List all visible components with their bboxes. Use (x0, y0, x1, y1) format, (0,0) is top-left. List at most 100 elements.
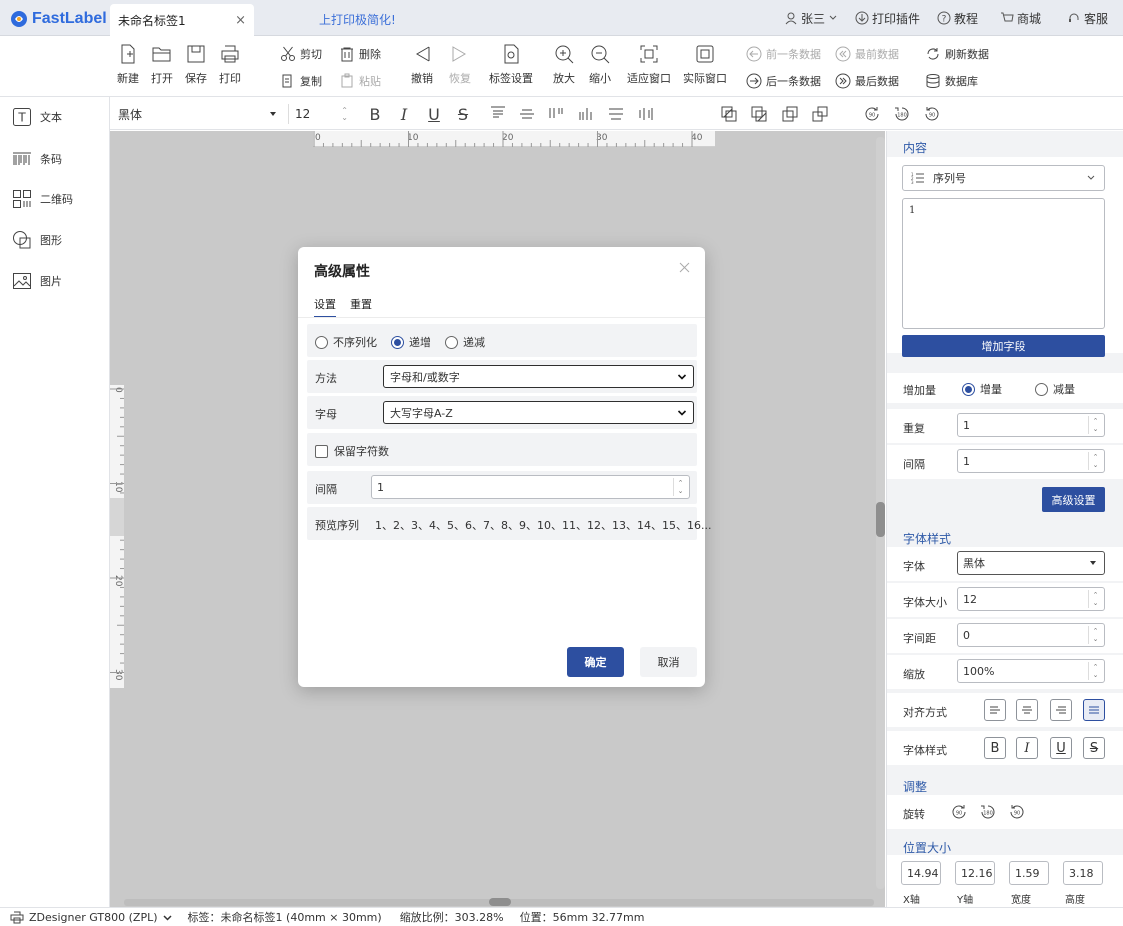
font-size-input[interactable]: 12 ⌃ ⌄ (957, 587, 1105, 611)
sidebar-item-barcode[interactable]: 条码 (12, 147, 62, 171)
promo-link[interactable]: 上打印极简化! (319, 11, 396, 28)
spinner-icon[interactable]: ⌃ ⌄ (1088, 452, 1102, 470)
underline-toggle[interactable]: U (1050, 737, 1072, 759)
spacing-input[interactable]: 0 ⌃ ⌄ (957, 623, 1105, 647)
paste-button[interactable]: 粘贴 (339, 71, 381, 91)
scale-input[interactable]: 100% ⌃ ⌄ (957, 659, 1105, 683)
spinner-icon[interactable]: ⌃ ⌄ (1088, 626, 1102, 644)
store-link[interactable]: 商城 (1000, 9, 1041, 27)
distribute-h-button[interactable] (546, 104, 566, 124)
zoom-in-button[interactable]: 放大 (546, 43, 582, 86)
align-middle-button[interactable] (517, 104, 537, 124)
ungroup-button[interactable] (810, 104, 830, 124)
rotate-180-icon[interactable]: 180 (979, 803, 997, 821)
actual-window-button[interactable]: 实际窗口 (683, 43, 727, 86)
zoom-out-button[interactable]: 缩小 (582, 43, 618, 86)
horizontal-scrollbar[interactable] (124, 898, 874, 906)
distribute-bottom-button[interactable] (576, 104, 596, 124)
content-textarea[interactable]: 1 (902, 198, 1105, 329)
x-input[interactable]: 14.94 (901, 861, 941, 885)
italic-button[interactable]: I (394, 104, 414, 124)
width-input[interactable]: 1.59 (1009, 861, 1049, 885)
tab-settings[interactable]: 设置 (314, 296, 336, 318)
sidebar-item-qrcode[interactable]: 二维码 (12, 187, 73, 211)
last-record-button[interactable]: 最后数据 (835, 71, 899, 91)
keep-chars-checkbox[interactable]: 保留字符数 (315, 443, 389, 459)
y-input[interactable]: 12.16 (955, 861, 995, 885)
spinner-icon[interactable]: ⌃ ⌄ (673, 478, 687, 496)
tab-reset[interactable]: 重置 (350, 296, 372, 312)
group-button[interactable] (780, 104, 800, 124)
repeat-input[interactable]: 1 ⌃ ⌄ (957, 413, 1105, 437)
font-size-select[interactable]: 12 ⌃ ⌄ (288, 104, 348, 124)
vertical-scrollbar[interactable] (876, 137, 885, 889)
fit-window-button[interactable]: 适应窗口 (627, 43, 671, 86)
radio-decrement[interactable]: 递减 (445, 334, 485, 350)
document-tab[interactable]: 未命名标签1 × (110, 4, 254, 36)
interval-input[interactable]: 1 ⌃ ⌄ (371, 475, 690, 499)
spinner-icon[interactable]: ⌃ ⌄ (1088, 662, 1102, 680)
align-center-button[interactable] (1016, 699, 1038, 721)
horizontal-scroll-thumb[interactable] (489, 898, 511, 906)
spinner-icon[interactable]: ⌃ ⌄ (1088, 416, 1102, 434)
refresh-data-button[interactable]: 刷新数据 (925, 44, 989, 64)
strikethrough-button[interactable]: S (453, 104, 473, 124)
vertical-scroll-thumb[interactable] (876, 502, 885, 537)
cut-button[interactable]: 剪切 (280, 44, 322, 64)
cancel-button[interactable]: 取消 (640, 647, 697, 677)
open-button[interactable]: 打开 (144, 43, 180, 86)
tutorial-link[interactable]: ? 教程 (937, 9, 978, 27)
sidebar-item-shape[interactable]: 图形 (12, 228, 62, 252)
rotate-ccw-icon[interactable]: 90 (1008, 803, 1026, 821)
layer-front-button[interactable] (719, 104, 739, 124)
interval-input[interactable]: 1 ⌃ ⌄ (957, 449, 1105, 473)
printer-select[interactable]: ZDesigner GT800 (ZPL) (10, 911, 172, 924)
font-select[interactable]: 黑体 (957, 551, 1105, 575)
italic-toggle[interactable]: I (1016, 737, 1038, 759)
close-tab-icon[interactable]: × (235, 13, 246, 28)
rotate-180-button[interactable]: 180 (892, 104, 912, 124)
align-left-button[interactable] (984, 699, 1006, 721)
first-record-button[interactable]: 最前数据 (835, 44, 899, 64)
advanced-settings-button[interactable]: 高级设置 (1042, 487, 1105, 512)
rotate-90-button[interactable]: 90 (862, 104, 882, 124)
close-icon[interactable] (679, 262, 690, 273)
bold-button[interactable]: B (365, 104, 385, 124)
print-plugin-link[interactable]: 打印插件 (855, 9, 920, 27)
decrement-radio[interactable]: 减量 (1035, 381, 1089, 399)
sidebar-item-image[interactable]: 图片 (12, 269, 62, 293)
increment-radio[interactable]: 增量 (962, 381, 1016, 399)
spinner-icon[interactable]: ⌃ ⌄ (1088, 590, 1102, 608)
delete-button[interactable]: 删除 (339, 44, 381, 64)
copy-button[interactable]: 复制 (280, 71, 322, 91)
undo-button[interactable]: 撤销 (404, 43, 440, 86)
prev-record-button[interactable]: 前一条数据 (746, 44, 821, 64)
new-button[interactable]: 新建 (110, 43, 146, 86)
redo-button[interactable]: 恢复 (442, 43, 478, 86)
method-select[interactable]: 字母和/或数字 (383, 365, 694, 388)
service-link[interactable]: 客服 (1067, 9, 1108, 27)
label-settings-button[interactable]: 标签设置 (489, 43, 533, 86)
radio-none[interactable]: 不序列化 (315, 334, 377, 350)
print-button[interactable]: 打印 (212, 43, 248, 86)
radio-increment[interactable]: 递增 (391, 334, 431, 350)
content-type-select[interactable]: 123 序列号 (902, 165, 1105, 191)
rotate-minus-90-button[interactable]: 90 (922, 104, 942, 124)
letter-select[interactable]: 大写字母A-Z (383, 401, 694, 424)
add-field-button[interactable]: 增加字段 (902, 335, 1105, 357)
ok-button[interactable]: 确定 (567, 647, 624, 677)
font-family-select[interactable]: 黑体 (118, 104, 278, 124)
bold-toggle[interactable]: B (984, 737, 1006, 759)
rotate-cw-icon[interactable]: 90 (950, 803, 968, 821)
save-button[interactable]: 保存 (178, 43, 214, 86)
sidebar-item-text[interactable]: T 文本 (12, 105, 62, 129)
align-top-button[interactable] (488, 104, 508, 124)
strikethrough-toggle[interactable]: S (1083, 737, 1105, 759)
distribute-v-button[interactable] (636, 104, 656, 124)
user-menu[interactable]: 张三 (784, 9, 838, 27)
align-right-button[interactable] (1050, 699, 1072, 721)
height-input[interactable]: 3.18 (1063, 861, 1103, 885)
next-record-button[interactable]: 后一条数据 (746, 71, 821, 91)
align-justify-button[interactable] (1083, 699, 1105, 721)
database-button[interactable]: 数据库 (925, 71, 978, 91)
